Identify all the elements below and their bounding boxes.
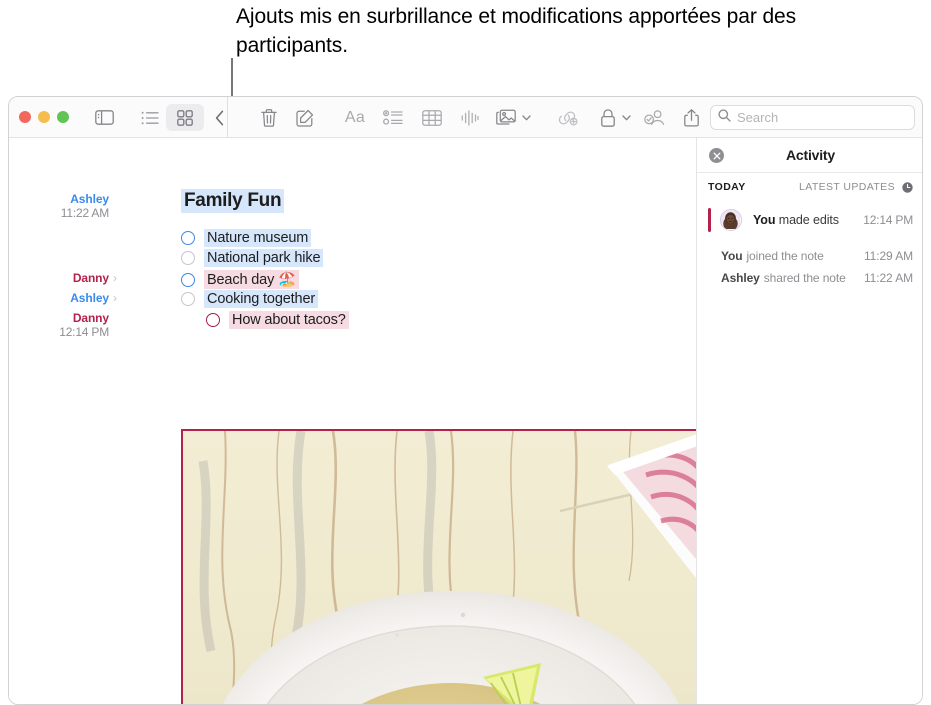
margin-chevron-icon[interactable]: › [113, 291, 117, 305]
checklist-icon[interactable] [380, 107, 406, 128]
window-minimize-button[interactable] [38, 111, 50, 123]
checkbox-ring[interactable] [181, 272, 195, 287]
checkbox-ring[interactable] [206, 313, 220, 327]
activity-event-action: made edits [778, 213, 839, 227]
unread-indicator-bar [708, 208, 711, 232]
window-close-button[interactable] [19, 111, 31, 123]
close-icon[interactable] [709, 148, 724, 163]
checklist-item[interactable]: Cooking together [181, 290, 319, 308]
activity-event-row-primary[interactable]: You made edits 12:14 PM [697, 201, 922, 239]
checkbox-ring[interactable] [181, 292, 195, 306]
activity-title: Activity [786, 147, 835, 163]
margin-tag-ashley-1[interactable]: Ashley 11:22 AM [29, 192, 109, 220]
checklist-item-label: Cooking together [204, 290, 319, 308]
activity-event-row[interactable]: Ashley shared the note 11:22 AM [697, 267, 922, 289]
activity-panel: Activity TODAY LATEST UPDATES You made e… [696, 138, 922, 704]
notes-window: Aa Search Ashley 11:22 AM Danny › Ashley… [8, 96, 923, 705]
media-chevron-down-icon[interactable] [520, 107, 532, 128]
checklist-item-label: Nature museum [204, 229, 312, 247]
window-maximize-button[interactable] [57, 111, 69, 123]
activity-event-time: 11:29 AM [863, 249, 913, 263]
toolbar-divider [227, 97, 228, 138]
margin-chevron-icon[interactable]: › [113, 271, 117, 285]
gallery-view-icon[interactable] [173, 107, 197, 128]
table-icon[interactable] [419, 107, 445, 128]
checklist-item[interactable]: Nature museum [181, 229, 312, 247]
search-box[interactable] [710, 105, 915, 130]
media-icon[interactable] [495, 107, 517, 128]
search-icon [718, 108, 731, 127]
search-input[interactable] [737, 110, 897, 125]
activity-event-action: shared the note [763, 271, 846, 285]
link-icon[interactable] [554, 107, 580, 128]
margin-tag-ashley-2[interactable]: Ashley [29, 291, 109, 305]
share-participants-icon[interactable] [641, 107, 667, 128]
checklist-item-label: National park hike [204, 249, 324, 267]
sidebar-toggle-icon[interactable] [92, 107, 116, 128]
note-attached-image[interactable] [181, 429, 696, 704]
checkbox-ring[interactable] [181, 251, 195, 265]
margin-timestamp: 11:22 AM [60, 206, 109, 220]
lock-icon[interactable] [599, 107, 617, 128]
window-body: Ashley 11:22 AM Danny › Ashley › Danny 1… [9, 138, 922, 704]
margin-author-name: Danny [72, 271, 109, 285]
activity-event-actor: You [721, 249, 743, 263]
margin-author-name: Ashley [70, 192, 109, 206]
note-title[interactable]: Family Fun [181, 189, 285, 213]
checklist-item-label: How about tacos? [229, 311, 349, 329]
margin-author-name: Danny [72, 311, 109, 325]
activity-event-time: 11:22 AM [863, 271, 913, 285]
toolbar: Aa [9, 97, 922, 138]
lock-chevron-down-icon[interactable] [620, 107, 632, 128]
share-export-icon[interactable] [678, 107, 704, 128]
margin-author-name: Ashley [70, 291, 109, 305]
back-icon[interactable] [210, 107, 228, 128]
activity-section-today: TODAY [708, 181, 746, 193]
activity-event-row[interactable]: You joined the note 11:29 AM [697, 245, 922, 267]
note-pane[interactable]: Ashley 11:22 AM Danny › Ashley › Danny 1… [9, 138, 696, 704]
activity-event-actor: You [753, 213, 776, 227]
format-icon[interactable]: Aa [342, 107, 368, 128]
clock-icon[interactable] [902, 181, 913, 193]
activity-section-latest: LATEST UPDATES [798, 181, 895, 193]
margin-tag-danny-2[interactable]: Danny 12:14 PM [29, 311, 109, 339]
checkbox-ring[interactable] [181, 231, 195, 245]
audio-icon[interactable] [457, 107, 483, 128]
delete-icon[interactable] [257, 107, 281, 128]
list-view-icon[interactable] [138, 107, 162, 128]
checklist-item[interactable]: How about tacos? [206, 311, 349, 329]
activity-event-actor: Ashley [721, 271, 760, 285]
checklist-item-label: Beach day 🏖️ [204, 270, 299, 289]
compose-icon[interactable] [293, 107, 317, 128]
activity-header: Activity [697, 138, 922, 173]
checklist-item[interactable]: Beach day 🏖️ [181, 270, 299, 289]
activity-event-text: You made edits [753, 213, 839, 227]
activity-event-time: 12:14 PM [863, 213, 913, 227]
activity-section-row: TODAY LATEST UPDATES [697, 173, 922, 201]
margin-tag-danny-1[interactable]: Danny [29, 271, 109, 285]
margin-timestamp: 12:14 PM [59, 325, 109, 339]
checklist-item[interactable]: National park hike [181, 249, 324, 267]
avatar [720, 209, 742, 231]
callout-annotation-text: Ajouts mis en surbrillance et modificati… [236, 5, 797, 57]
activity-event-action: joined the note [746, 249, 824, 263]
